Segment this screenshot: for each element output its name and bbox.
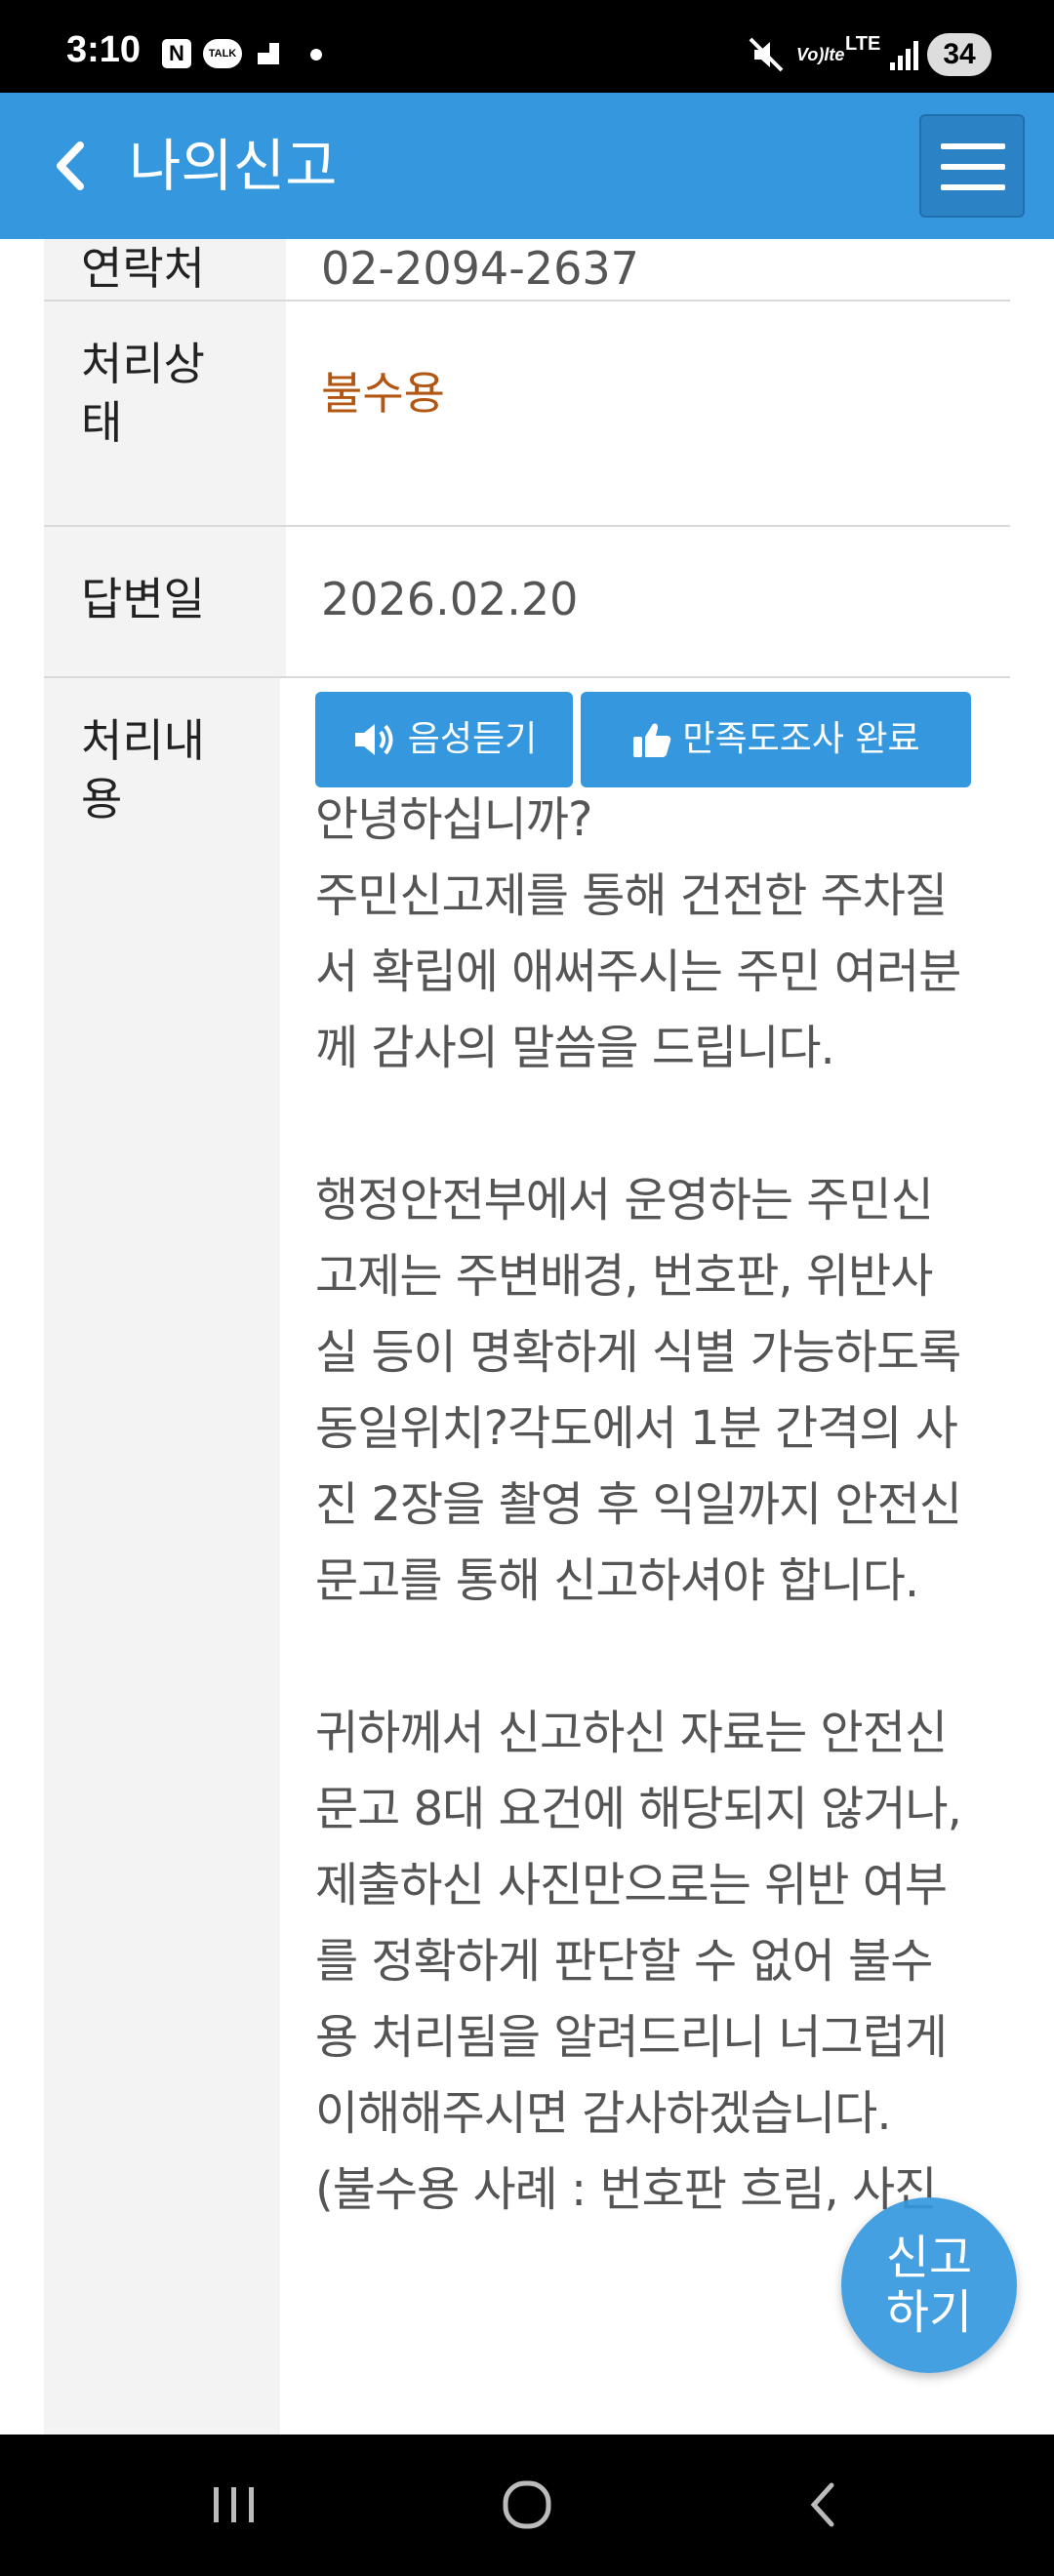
menu-button[interactable]: [919, 114, 1025, 218]
mute-icon: [747, 35, 786, 74]
survey-button[interactable]: 만족도조사 완료: [581, 692, 971, 787]
thumbs-up-icon: [633, 723, 671, 757]
volte-icon: Vo)lte: [796, 45, 845, 64]
back-button[interactable]: [39, 132, 107, 200]
content-value-cell: 음성듣기 만족도조사 완료 안녕하십니까? 주민신고제를 통해 건전한 주차질서…: [280, 678, 1010, 2435]
battery-icon: 34: [927, 33, 992, 76]
status-time: 3:10: [66, 29, 142, 70]
page-title: 나의신고: [129, 133, 338, 199]
report-detail[interactable]: 연락처 02-2094-2637 처리상태 불수용 답변일 2026.02.20…: [0, 239, 1054, 2435]
chevron-left-icon: [57, 141, 84, 190]
content-label: 처리내용: [44, 678, 280, 2435]
home-button[interactable]: [493, 2474, 561, 2536]
status-label: 처리상태: [44, 302, 286, 525]
hamburger-icon: [941, 143, 1005, 149]
content-buttons: 음성듣기 만족도조사 완료: [315, 692, 971, 787]
status-value-cell: 불수용: [286, 302, 1010, 525]
listen-button[interactable]: 음성듣기: [315, 692, 573, 787]
recent-apps-icon: [214, 2487, 254, 2522]
listen-button-label: 음성듣기: [407, 719, 538, 759]
answer-date-label: 답변일: [44, 527, 286, 676]
survey-button-label: 만족도조사 완료: [682, 719, 920, 759]
row-answer-date: 답변일 2026.02.20: [44, 527, 1010, 678]
lte-icon: LTE: [845, 33, 881, 55]
notification-icon: [256, 41, 281, 66]
dot-icon: [310, 49, 322, 60]
back-icon: [810, 2482, 834, 2527]
contact-label: 연락처: [44, 239, 286, 300]
answer-text: 안녕하십니까? 주민신고제를 통해 건전한 주차질서 확립에 애써주시는 주민 …: [315, 792, 962, 2217]
status-bar: 3:10 N TALK Vo)lte LTE 34: [0, 0, 1054, 93]
speaker-icon: [354, 724, 393, 755]
answer-date-value: 2026.02.20: [321, 573, 579, 625]
hamburger-icon-line: [941, 184, 1005, 190]
recent-apps-button[interactable]: [200, 2474, 268, 2536]
system-nav-bar: [0, 2435, 1054, 2576]
contact-value: 02-2094-2637: [321, 242, 639, 295]
home-icon: [503, 2480, 551, 2529]
app-header: 나의신고: [0, 93, 1054, 239]
naver-icon: N: [162, 39, 191, 68]
row-content: 처리내용 음성듣기 만족도조사 완료 안녕하십니까? 주민신고제를 통해 건전한…: [44, 678, 1010, 2435]
fab-label-line2: 하기: [885, 2285, 973, 2340]
row-contact: 연락처 02-2094-2637: [44, 239, 1010, 302]
hamburger-icon-line: [941, 164, 1005, 170]
row-status: 처리상태 불수용: [44, 302, 1010, 527]
detail-table: 연락처 02-2094-2637 처리상태 불수용 답변일 2026.02.20…: [44, 239, 1010, 2435]
report-fab-button[interactable]: 신고 하기: [841, 2197, 1017, 2373]
kakaotalk-icon: TALK: [203, 39, 242, 68]
back-nav-button[interactable]: [790, 2474, 859, 2536]
status-value: 불수용: [321, 367, 445, 420]
signal-icon: [888, 37, 921, 72]
fab-label-line1: 신고: [885, 2231, 973, 2285]
